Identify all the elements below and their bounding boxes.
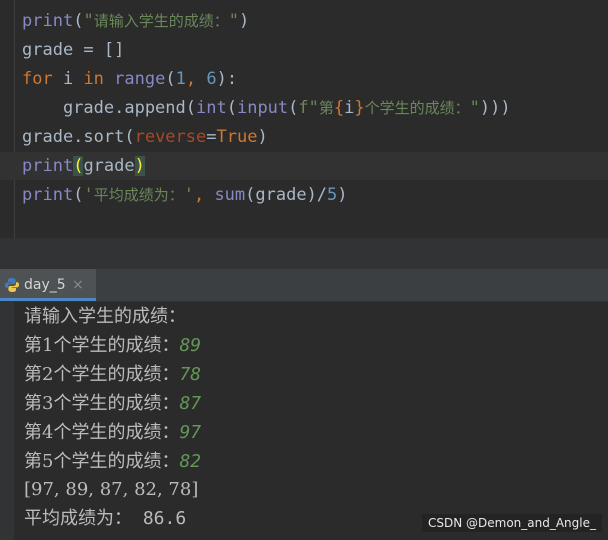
- code-token: ': [183, 185, 194, 205]
- entry-prompt: 第5个学生的成绩：: [24, 451, 180, 472]
- code-token: i: [344, 98, 355, 118]
- code-editor[interactable]: print("请输入学生的成绩：") grade = [] for i in ran…: [0, 0, 608, 238]
- run-tab-bar: day_5 ×: [0, 269, 608, 302]
- code-token: ": [469, 98, 480, 118]
- code-token: input: [236, 98, 289, 118]
- code-token: {: [333, 98, 345, 118]
- entry-input: 82: [179, 451, 202, 472]
- console-entry: 第5个学生的成绩：82: [24, 447, 201, 476]
- close-icon[interactable]: ×: [72, 269, 84, 298]
- code-line[interactable]: grade.append(int(input(f"第{i}个学生的成绩："))): [22, 94, 511, 122]
- tab-label: day_5: [24, 277, 66, 293]
- code-token: grade: [83, 156, 135, 176]
- entry-prompt: 第2个学生的成绩：: [24, 364, 180, 385]
- code-line[interactable]: for i in range(1, 6):: [22, 65, 237, 93]
- entry-prompt: 第4个学生的成绩：: [24, 422, 180, 443]
- console-sorted-list: [97, 89, 87, 82, 78]: [24, 479, 199, 500]
- entry-input: 89: [179, 335, 202, 356]
- code-token: grade.append(: [22, 98, 196, 118]
- console-prompt-header: 请输入学生的成绩：: [24, 306, 186, 327]
- code-token: print: [22, 11, 74, 31]
- entry-prompt: 第1个学生的成绩：: [24, 335, 180, 356]
- code-token: ): [238, 11, 250, 31]
- code-token: 平均成绩为：: [93, 186, 184, 204]
- code-token: 第: [318, 99, 334, 117]
- panel-divider[interactable]: [0, 238, 608, 269]
- code-token: 请输入学生的成绩：: [93, 12, 229, 30]
- code-token: ))): [479, 98, 511, 118]
- code-token: 个学生的成绩：: [364, 99, 470, 117]
- console-entry: 第2个学生的成绩：78: [24, 360, 201, 389]
- code-line[interactable]: print('平均成绩为：', sum(grade)/5): [22, 181, 348, 209]
- code-token: }: [354, 98, 365, 118]
- code-line[interactable]: grade = []: [22, 36, 124, 64]
- console-average-line: 平均成绩为： 86.6: [24, 504, 186, 533]
- code-token: =: [206, 127, 217, 147]
- code-token: for: [22, 69, 53, 89]
- console-entry: 第4个学生的成绩：97: [24, 418, 201, 447]
- average-value: 86.6: [132, 508, 187, 529]
- code-token: 1: [175, 69, 186, 89]
- code-token: (: [73, 156, 84, 176]
- code-token: 6: [206, 69, 217, 89]
- code-token: ,: [185, 69, 207, 89]
- entry-input: 78: [179, 364, 202, 385]
- code-token: print: [22, 156, 74, 176]
- code-token: ): [134, 156, 145, 176]
- entry-input: 97: [179, 422, 202, 443]
- code-line[interactable]: grade.sort(reverse=True): [22, 123, 268, 151]
- code-token: ": [83, 11, 94, 31]
- code-token: ": [228, 11, 239, 31]
- code-token: range: [114, 69, 166, 89]
- code-token: 5: [327, 185, 338, 205]
- entry-input: 87: [179, 393, 202, 414]
- code-token: (grade)/: [245, 185, 328, 205]
- python-icon: [5, 278, 19, 292]
- run-console[interactable]: 请输入学生的成绩： 第1个学生的成绩：89 第2个学生的成绩：78 第3个学生的成绩…: [0, 302, 608, 540]
- code-token: ': [83, 185, 94, 205]
- console-entry: 第3个学生的成绩：87: [24, 389, 201, 418]
- code-line[interactable]: print("请输入学生的成绩："): [22, 7, 249, 35]
- code-token: in: [83, 69, 104, 89]
- code-token: ):: [216, 69, 238, 89]
- watermark: CSDN @Demon_and_Angle_: [421, 514, 602, 532]
- code-token: i: [52, 69, 84, 89]
- console-gutter: [0, 302, 14, 540]
- entry-prompt: 第3个学生的成绩：: [24, 393, 180, 414]
- code-token: (: [288, 98, 299, 118]
- code-token: int: [196, 98, 227, 118]
- code-token: (: [73, 11, 84, 31]
- code-token: (: [73, 185, 84, 205]
- code-token: True: [216, 127, 258, 147]
- code-line[interactable]: print(grade): [0, 152, 608, 180]
- code-token: reverse: [134, 127, 207, 147]
- code-token: (: [226, 98, 237, 118]
- code-token: (: [165, 69, 176, 89]
- average-label: 平均成绩为：: [24, 508, 132, 529]
- code-token: grade.sort(: [22, 127, 135, 147]
- code-token: grade = []: [22, 40, 125, 60]
- code-token: ): [337, 185, 348, 205]
- code-token: ): [257, 127, 268, 147]
- code-token: ,: [193, 185, 215, 205]
- code-token: f": [298, 98, 319, 118]
- tab-day-5[interactable]: day_5 ×: [0, 269, 96, 301]
- console-entry: 第1个学生的成绩：89: [24, 331, 201, 360]
- code-token: print: [22, 185, 74, 205]
- code-token: sum: [214, 185, 246, 205]
- editor-gutter: [14, 0, 15, 238]
